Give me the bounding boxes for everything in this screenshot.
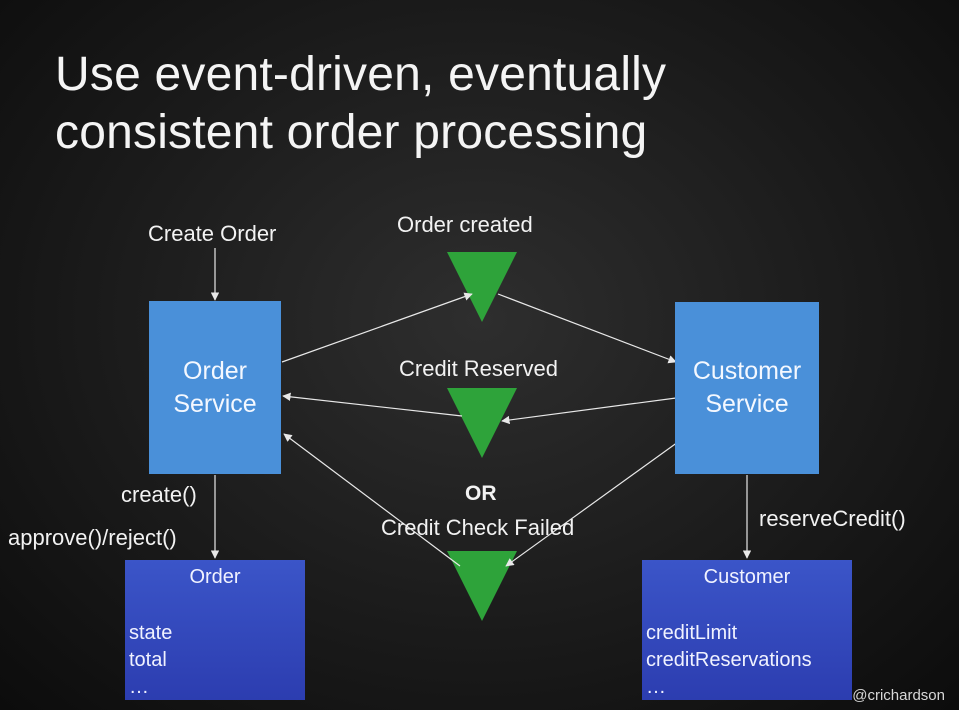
order-entity-fields: state total … [129,620,172,701]
customer-field-credit-limit: creditLimit [646,622,738,644]
label-order-created: Order created [397,212,533,237]
order-entity-box: Order state total … [125,560,305,700]
label-approve-reject-method: approve()/reject() [8,525,177,550]
order-field-total: total [129,649,167,671]
customer-entity-box: Customer creditLimit creditReservations … [642,560,852,700]
label-reserve-credit-method: reserveCredit() [759,506,906,531]
author-handle: @crichardson [852,687,945,704]
customer-entity-fields: creditLimit creditReservations … [646,620,812,701]
arrow-credit-reserved-to-order-service [282,392,463,417]
order-service-box: Order Service [149,301,281,474]
customer-service-label-line-2: Service [705,390,789,418]
arrow-order-created-to-customer-service [497,293,677,364]
arrow-order-service-to-order-created [281,292,473,363]
customer-field-more: … [646,676,666,698]
label-create-order: Create Order [148,221,277,246]
order-field-more: … [129,676,149,698]
order-field-state: state [129,622,173,644]
customer-service-box: Customer Service [675,302,819,474]
event-credit-check-failed-triangle [447,551,517,621]
customer-entity-name: Customer [703,566,791,588]
arrow-customer-service-to-credit-reserved [501,397,677,425]
label-or: OR [465,482,497,505]
label-credit-reserved: Credit Reserved [399,356,558,381]
order-entity-name: Order [189,566,241,588]
order-service-label-line-1: Order [183,356,247,385]
customer-service-label-line-1: Customer [692,357,802,385]
event-order-created-triangle [447,252,517,322]
customer-field-credit-reservations: creditReservations [646,649,812,671]
label-credit-check-failed: Credit Check Failed [381,515,575,540]
arrow-customer-service-to-credit-check-failed [505,441,679,567]
arrow-credit-check-failed-to-order-service [283,433,461,567]
label-create-method: create() [121,482,197,507]
event-credit-reserved-triangle [447,388,517,458]
order-service-label-line-2: Service [173,389,257,418]
